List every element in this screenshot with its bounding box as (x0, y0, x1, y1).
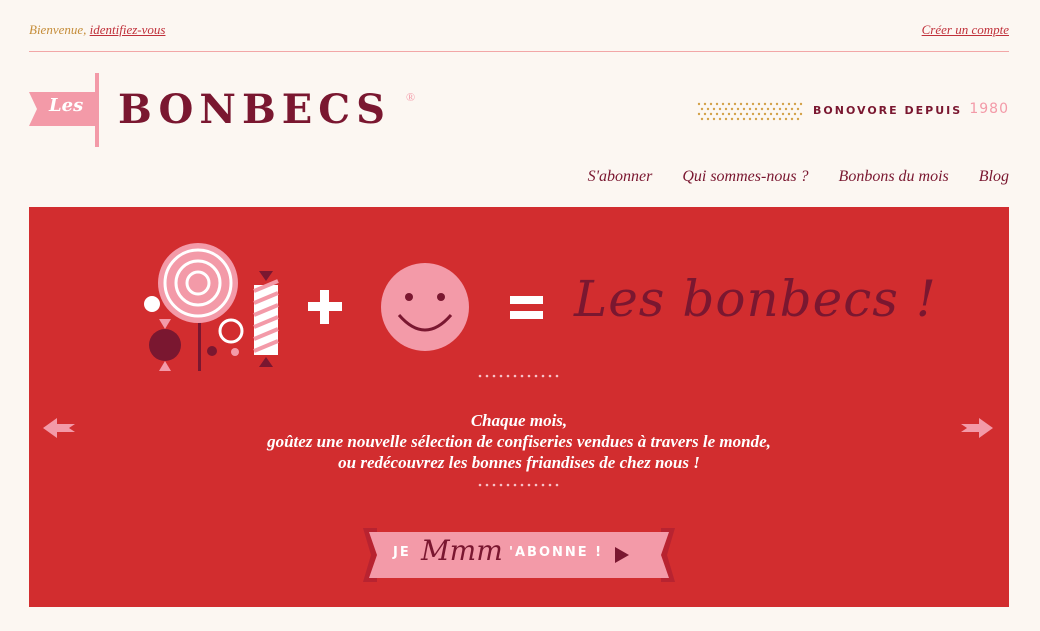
arrow-left-icon[interactable] (43, 416, 79, 440)
hero-line-1: Chaque mois, (470, 411, 568, 430)
equals-icon (510, 296, 543, 319)
bonovore-year: 1980 (969, 101, 1009, 117)
hero-line-2: goûtez une nouvelle sélection de confise… (267, 432, 771, 451)
top-bar: Bienvenue, identifiez-vous Créer un comp… (29, 0, 1009, 52)
smiley-icon (381, 263, 469, 351)
dotted-strip-icon (697, 102, 803, 121)
cta-abonne: 'ABONNE ! (509, 545, 604, 560)
subscribe-cta-button[interactable]: JE Mmm 'ABONNE ! (363, 528, 675, 582)
bonovore-since: BONOVORE DEPUIS 1980 (689, 100, 1009, 121)
arrow-right-icon[interactable] (957, 416, 993, 440)
hero-script-title: Les bonbecs ! (574, 270, 937, 328)
logo-divider (95, 73, 99, 147)
site-logo[interactable]: Les BONBECS ® (29, 73, 429, 148)
logo-les: Les (49, 95, 84, 116)
cta-je: JE (393, 545, 411, 560)
registered-mark: ® (406, 90, 416, 104)
nav-item-blog[interactable]: Blog (979, 168, 1009, 186)
nav-item-candies-of-month[interactable]: Bonbons du mois (839, 168, 949, 186)
hero-slider: Les bonbecs ! Chaque mois, goûtez une no… (29, 207, 1009, 607)
cta-mmm: Mmm (421, 534, 503, 567)
candy-illustration-icon (144, 243, 279, 371)
create-account-link[interactable]: Créer un compte (922, 22, 1009, 38)
login-link[interactable]: identifiez-vous (90, 22, 166, 37)
hero-description: Chaque mois, goûtez une nouvelle sélecti… (29, 410, 1009, 473)
main-nav: S'abonner Qui sommes-nous ? Bonbons du m… (588, 168, 1009, 186)
nav-item-subscribe[interactable]: S'abonner (588, 168, 653, 186)
bonovore-label: BONOVORE DEPUIS (813, 104, 963, 117)
welcome-text: Bienvenue, identifiez-vous (29, 22, 165, 38)
nav-item-about[interactable]: Qui sommes-nous ? (682, 168, 808, 186)
plus-icon (308, 290, 342, 324)
hero-line-3: ou redécouvrez les bonnes friandises de … (338, 453, 700, 472)
play-icon (615, 547, 629, 563)
welcome-prefix: Bienvenue, (29, 22, 87, 37)
logo-wordmark: BONBECS (118, 86, 391, 133)
